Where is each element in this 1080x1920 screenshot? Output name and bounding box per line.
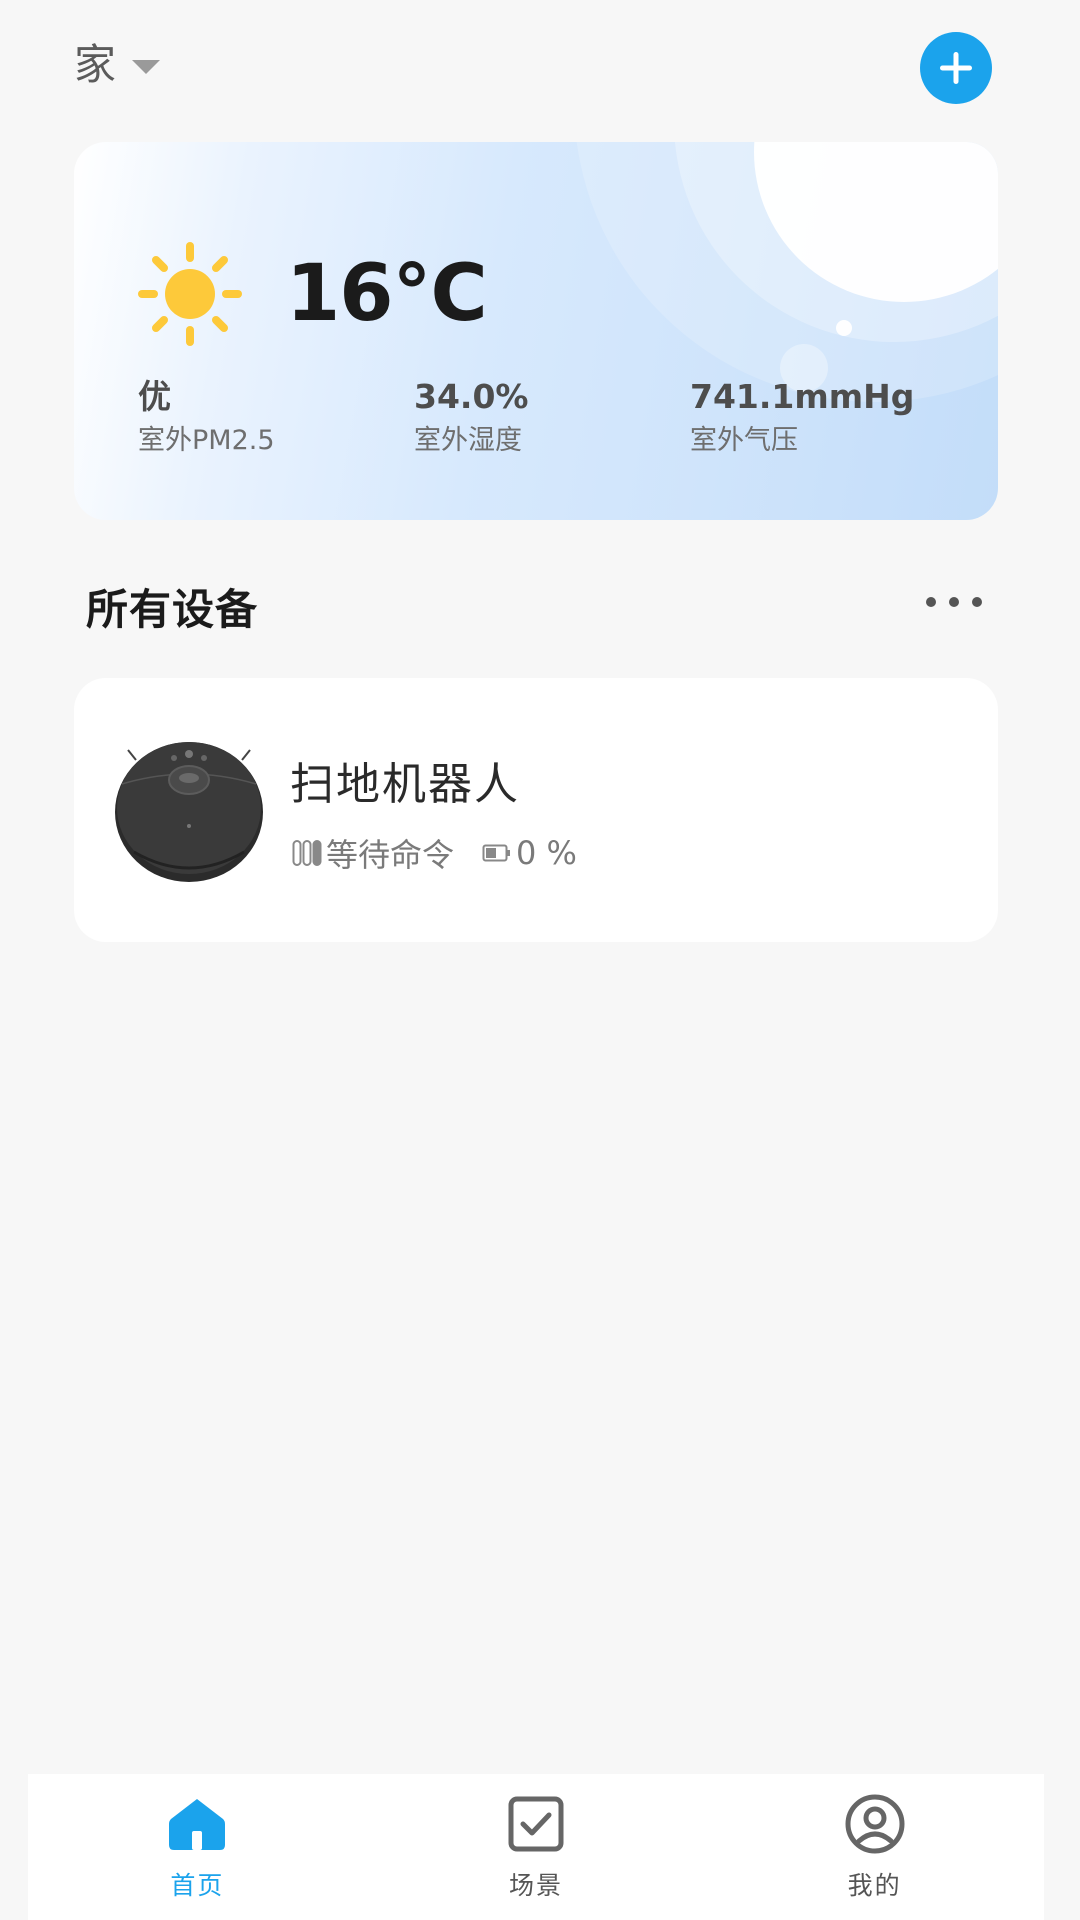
stat-pressure-value: 741.1mmHg	[690, 377, 915, 416]
app-root: 家 16°C 优 室外PM2.5 34.0% 室外湿度 741.1mmHg 室外…	[0, 0, 1080, 1920]
stat-humidity: 34.0% 室外湿度	[414, 380, 529, 454]
nav-item-home[interactable]: 首页	[28, 1774, 367, 1920]
profile-icon-wrapper	[845, 1794, 905, 1854]
add-device-button[interactable]	[920, 32, 992, 104]
device-card[interactable]: 扫地机器人 等待命令 0 %	[74, 678, 998, 942]
nav-label-profile: 我的	[847, 1871, 902, 1900]
nav-item-scenes[interactable]: 场景	[367, 1774, 706, 1920]
more-options-button[interactable]	[926, 588, 982, 616]
nav-item-profile[interactable]: 我的	[705, 1774, 1044, 1920]
battery-text: 0 %	[516, 834, 577, 872]
more-dot	[972, 597, 982, 607]
home-icon-wrapper	[167, 1794, 227, 1854]
nav-label-home: 首页	[170, 1871, 225, 1900]
profile-icon	[845, 1794, 905, 1854]
stat-pm25-label: 室外PM2.5	[138, 425, 275, 456]
robot-vacuum-image	[115, 742, 263, 882]
caret-down-icon	[132, 60, 161, 74]
plus-icon	[940, 52, 972, 84]
nav-label-scenes: 场景	[509, 1871, 564, 1900]
stat-humidity-value: 34.0%	[414, 377, 529, 416]
section-title: 所有设备	[86, 585, 259, 634]
sun-icon	[138, 242, 242, 346]
stat-pressure: 741.1mmHg 室外气压	[690, 380, 914, 454]
weather-summary: 16°C	[138, 242, 488, 346]
stat-pressure-label: 室外气压	[690, 425, 798, 456]
stat-pm25: 优 室外PM2.5	[138, 380, 275, 454]
weather-card: 16°C 优 室外PM2.5 34.0% 室外湿度 741.1mmHg 室外气压	[74, 142, 998, 520]
home-selector[interactable]: 家	[74, 40, 161, 89]
device-status-row: 等待命令 0 %	[292, 830, 577, 876]
work-status-icon	[292, 840, 322, 866]
stat-pm25-value: 优	[138, 377, 171, 416]
device-status-text: 等待命令	[326, 836, 455, 874]
temperature: 16°C	[286, 249, 488, 339]
home-icon	[169, 1799, 226, 1850]
checkbox-icon-wrapper	[506, 1794, 566, 1854]
more-horizontal-icon	[926, 597, 936, 607]
more-dot	[949, 597, 959, 607]
stat-humidity-label: 室外湿度	[414, 425, 522, 456]
device-name: 扫地机器人	[290, 759, 520, 810]
battery-icon	[482, 844, 511, 862]
home-name: 家	[74, 40, 117, 89]
checkbox-icon	[508, 1796, 564, 1852]
bottom-nav: 首页 场景 我的	[28, 1774, 1044, 1920]
battery-indicator: 0 %	[482, 834, 577, 872]
